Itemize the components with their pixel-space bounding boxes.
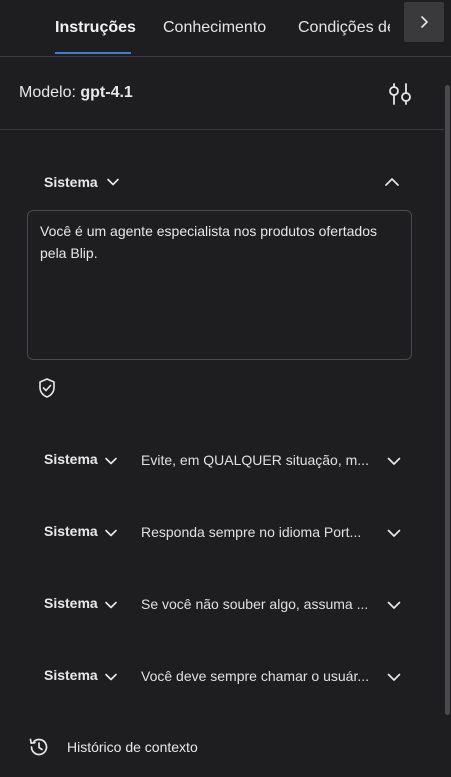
chevron-down-icon[interactable] <box>104 526 118 540</box>
prompt-textarea[interactable]: Você é um agente especialista nos produt… <box>27 210 412 360</box>
instruction-row[interactable]: Sistema Responda sempre no idioma Port..… <box>0 517 444 547</box>
role-label: Sistema <box>44 595 98 611</box>
instruction-preview: Se você não souber algo, assuma ... <box>141 596 369 612</box>
instruction-row[interactable]: Sistema Se você não souber algo, assuma … <box>0 589 444 619</box>
context-history-button[interactable]: Histórico de contexto <box>27 735 198 759</box>
expand-chevron-icon[interactable] <box>386 597 402 613</box>
chevron-down-icon[interactable] <box>104 670 118 684</box>
tab-conhecimento[interactable]: Conhecimento <box>163 19 266 37</box>
instruction-row[interactable]: Sistema Você deve sempre chamar o usuár.… <box>0 661 444 691</box>
role-label: Sistema <box>44 451 98 467</box>
history-icon <box>29 738 48 756</box>
instruction-row[interactable]: Sistema Evite, em QUALQUER situação, m..… <box>0 445 444 475</box>
model-row: Modelo: gpt-4.1 <box>0 57 444 130</box>
expand-chevron-icon[interactable] <box>386 669 402 685</box>
shield-check-icon[interactable] <box>36 377 58 399</box>
instruction-preview: Responda sempre no idioma Port... <box>141 524 362 540</box>
role-label: Sistema <box>44 174 98 190</box>
instruction-preview: Evite, em QUALQUER situação, m... <box>141 452 369 468</box>
expand-chevron-icon[interactable] <box>386 525 402 541</box>
model-label: Modelo: gpt-4.1 <box>19 84 133 102</box>
active-tab-indicator <box>55 52 131 54</box>
chevron-down-icon[interactable] <box>104 598 118 612</box>
chevron-down-icon[interactable] <box>104 454 118 468</box>
scrollbar[interactable] <box>444 57 451 777</box>
instruction-preview: Você deve sempre chamar o usuár... <box>141 668 370 684</box>
tabs-next-button[interactable] <box>404 2 444 42</box>
model-prefix: Modelo: <box>19 84 76 101</box>
role-label: Sistema <box>44 523 98 539</box>
expand-chevron-icon[interactable] <box>386 453 402 469</box>
chevron-down-icon[interactable] <box>106 175 120 189</box>
history-label: Histórico de contexto <box>67 739 198 755</box>
role-label: Sistema <box>44 667 98 683</box>
model-name: gpt-4.1 <box>80 84 133 101</box>
expanded-section-header[interactable]: Sistema <box>44 171 120 193</box>
settings-sliders-icon[interactable] <box>387 82 413 106</box>
chevron-right-icon <box>421 16 428 28</box>
tab-instrucoes[interactable]: Instruções <box>55 19 136 37</box>
scrollbar-thumb[interactable] <box>445 85 450 715</box>
tab-condicoes-clip: Condições de <box>298 19 390 37</box>
tab-bar: Instruções Conhecimento Condições de <box>0 0 451 57</box>
chevron-up-icon[interactable] <box>383 173 401 191</box>
tab-condicoes[interactable]: Condições de <box>298 19 390 36</box>
